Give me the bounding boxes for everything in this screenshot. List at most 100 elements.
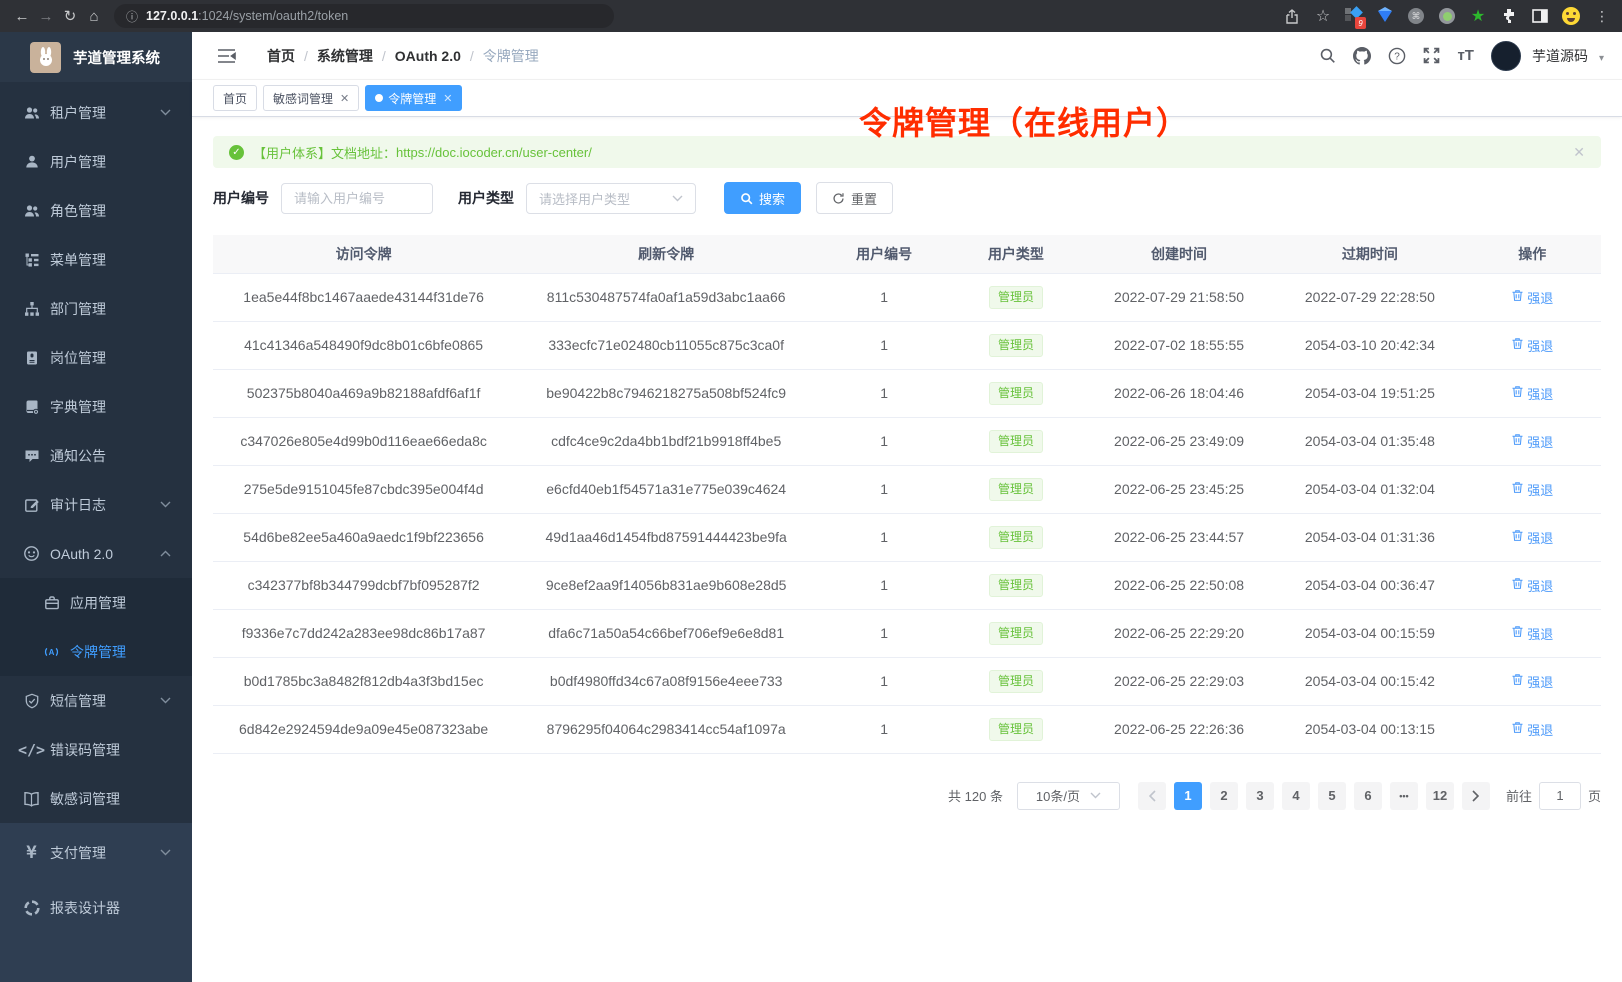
goto-label: 前往: [1506, 786, 1532, 805]
force-logout-link[interactable]: 强退: [1511, 720, 1553, 739]
expire-time-cell: 2054-03-04 00:36:47: [1276, 561, 1463, 609]
extensions-puzzle-icon[interactable]: [1499, 6, 1519, 26]
info-icon[interactable]: ⓘ: [126, 8, 138, 25]
user-avatar[interactable]: [1491, 41, 1521, 71]
sidebar-item-审计日志[interactable]: 审计日志: [0, 480, 192, 529]
sidebar-item-部门管理[interactable]: 部门管理: [0, 284, 192, 333]
sidebar-item-错误码管理[interactable]: </>错误码管理: [0, 725, 192, 774]
sidebar-item-岗位管理[interactable]: 岗位管理: [0, 333, 192, 382]
force-logout-link[interactable]: 强退: [1511, 288, 1553, 307]
doc-link[interactable]: https://doc.iocoder.cn/user-center/: [396, 145, 592, 160]
tab-敏感词管理[interactable]: 敏感词管理✕: [263, 85, 359, 111]
prev-page-button[interactable]: [1138, 782, 1166, 810]
sidebar-item-敏感词管理[interactable]: 敏感词管理: [0, 774, 192, 823]
page-button-5[interactable]: 5: [1318, 782, 1346, 810]
help-icon[interactable]: ?: [1388, 47, 1406, 65]
force-logout-link[interactable]: 强退: [1511, 384, 1553, 403]
next-page-button[interactable]: [1462, 782, 1490, 810]
back-icon[interactable]: ←: [10, 8, 34, 25]
chevron-down-icon[interactable]: ▾: [1599, 53, 1604, 64]
sidebar-item-租户管理[interactable]: 租户管理: [0, 88, 192, 137]
forward-icon[interactable]: →: [34, 8, 58, 25]
force-logout-link[interactable]: 强退: [1511, 432, 1553, 451]
sidebar-item-label: 支付管理: [50, 843, 106, 863]
alert-close-icon[interactable]: ✕: [1573, 144, 1585, 161]
extension-gem-icon[interactable]: [1375, 6, 1395, 26]
bookmark-star-icon[interactable]: ☆: [1313, 6, 1333, 26]
report-icon: [23, 899, 40, 916]
page-size-select[interactable]: 10条/页: [1017, 782, 1120, 810]
sidebar-item-label: 错误码管理: [50, 740, 120, 760]
tab-close-icon[interactable]: ✕: [443, 92, 452, 105]
sidebar-item-label: 菜单管理: [50, 250, 106, 270]
reload-icon[interactable]: ↻: [58, 7, 82, 25]
extension-record-icon[interactable]: [1437, 6, 1457, 26]
extension-star-icon[interactable]: ★: [1468, 6, 1488, 26]
refresh-token-cell: cdfc4ce9c2da4bb1bdf21b9918ff4be5: [514, 417, 818, 465]
page-button-1[interactable]: 1: [1174, 782, 1202, 810]
page-button-6[interactable]: 6: [1354, 782, 1382, 810]
home-icon[interactable]: ⌂: [82, 8, 106, 25]
reset-button[interactable]: 重置: [816, 182, 893, 214]
user-type-tag: 管理员: [989, 574, 1043, 597]
more-pages-button[interactable]: •••: [1390, 782, 1418, 810]
force-logout-link[interactable]: 强退: [1511, 528, 1553, 547]
share-icon[interactable]: [1282, 6, 1302, 26]
page-button-12[interactable]: 12: [1426, 782, 1454, 810]
tab-令牌管理[interactable]: 令牌管理✕: [365, 85, 462, 111]
sidebar-item-应用管理[interactable]: 应用管理: [0, 578, 192, 627]
action-cell: 强退: [1464, 369, 1601, 417]
refresh-icon: [832, 192, 845, 205]
breadcrumb-item[interactable]: OAuth 2.0: [395, 48, 461, 64]
font-size-icon[interactable]: тT: [1457, 47, 1474, 64]
fullscreen-icon[interactable]: [1423, 47, 1440, 64]
sidebar-item-label: 租户管理: [50, 103, 106, 123]
user-type-tag: 管理员: [989, 382, 1043, 405]
sidebar-item-OAuth 2.0[interactable]: OAuth 2.0: [0, 529, 192, 578]
force-logout-link[interactable]: 强退: [1511, 480, 1553, 499]
sidebar-item-用户管理[interactable]: 用户管理: [0, 137, 192, 186]
browser-menu-icon[interactable]: ⋮: [1592, 6, 1612, 26]
sidebar-item-报表设计器[interactable]: 报表设计器: [0, 880, 192, 935]
table-row: 54d6be82ee5a460a9aedc1f9bf22365649d1aa46…: [213, 513, 1601, 561]
breadcrumb-separator: /: [470, 48, 474, 64]
tab-close-icon[interactable]: ✕: [340, 92, 349, 105]
sidebar-item-字典管理[interactable]: 字典管理: [0, 382, 192, 431]
page-button-3[interactable]: 3: [1246, 782, 1274, 810]
column-header: 刷新令牌: [514, 235, 818, 273]
force-logout-link[interactable]: 强退: [1511, 672, 1553, 691]
search-button[interactable]: 搜索: [724, 182, 801, 214]
expire-time-cell: 2054-03-04 01:35:48: [1276, 417, 1463, 465]
sidebar-item-通知公告[interactable]: 通知公告: [0, 431, 192, 480]
sidebar-item-短信管理[interactable]: 短信管理: [0, 676, 192, 725]
force-logout-link[interactable]: 强退: [1511, 576, 1553, 595]
sidebar-item-角色管理[interactable]: 角色管理: [0, 186, 192, 235]
page-button-4[interactable]: 4: [1282, 782, 1310, 810]
search-icon[interactable]: [1319, 47, 1336, 64]
sidebar-item-令牌管理[interactable]: A令牌管理: [0, 627, 192, 676]
force-logout-link[interactable]: 强退: [1511, 624, 1553, 643]
expire-time-cell: 2054-03-04 19:51:25: [1276, 369, 1463, 417]
collapse-sidebar-icon[interactable]: [217, 48, 236, 64]
user-type-tag: 管理员: [989, 718, 1043, 741]
user-type-select[interactable]: 请选择用户类型: [526, 183, 696, 214]
sidebar-item-菜单管理[interactable]: 菜单管理: [0, 235, 192, 284]
profile-avatar-icon[interactable]: [1561, 6, 1581, 26]
page-button-2[interactable]: 2: [1210, 782, 1238, 810]
user-id-input[interactable]: [281, 183, 433, 214]
username[interactable]: 芋道源码: [1532, 46, 1588, 66]
extension-command-icon[interactable]: ⌘: [1406, 6, 1426, 26]
address-bar[interactable]: ⓘ 127.0.0.1:1024/system/oauth2/token: [114, 4, 614, 28]
tab-首页[interactable]: 首页: [213, 85, 257, 111]
extension-diamond-icon[interactable]: 9: [1344, 6, 1364, 26]
breadcrumb-item[interactable]: 首页: [267, 46, 295, 66]
app-logo-bar[interactable]: 芋道管理系统: [0, 32, 192, 82]
sidebar-item-支付管理[interactable]: ¥支付管理: [0, 825, 192, 880]
sidebar-panel-icon[interactable]: [1530, 6, 1550, 26]
access-token-cell: 1ea5e44f8bc1467aaede43144f31de76: [213, 273, 514, 321]
breadcrumb-item[interactable]: 系统管理: [317, 46, 373, 66]
force-logout-link[interactable]: 强退: [1511, 336, 1553, 355]
github-icon[interactable]: [1353, 47, 1371, 65]
goto-page-input[interactable]: [1539, 782, 1581, 810]
user-type-cell: 管理员: [950, 609, 1082, 657]
